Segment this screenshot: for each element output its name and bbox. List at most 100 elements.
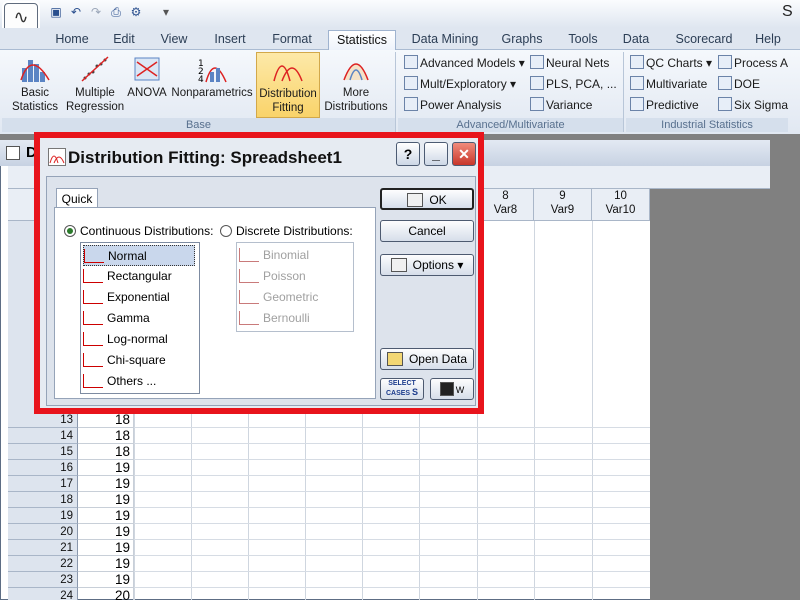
customize-toolbar-icon[interactable]: ▾ [158,4,174,20]
grid-line [134,507,650,508]
ok-button[interactable]: OK [380,188,474,210]
row-header[interactable]: 22 [8,556,78,572]
tab-scorecard[interactable]: Scorecard [666,30,742,50]
process-analysis-icon [718,55,732,69]
tab-view[interactable]: View [154,30,194,50]
list-item-normal[interactable]: Normal [83,245,195,266]
mult-exploratory-button[interactable]: Mult/Exploratory ▾ [404,75,516,93]
list-item-chi-square[interactable]: Chi-square [83,350,166,371]
more-distributions-button[interactable]: More Distributions [320,52,392,118]
table-cell[interactable]: 18 [78,444,134,460]
row-header[interactable]: 23 [8,572,78,588]
tab-data[interactable]: Data [614,30,658,50]
continuous-distribution-list[interactable]: Normal Rectangular Exponential Gamma Log… [80,242,200,394]
grid-line [134,459,650,460]
radio-unselected-icon [220,225,232,237]
row-header[interactable]: 17 [8,476,78,492]
table-cell[interactable]: 19 [78,540,134,556]
tab-help[interactable]: Help [748,30,788,50]
tab-quick[interactable]: Quick [56,188,98,208]
power-analysis-button[interactable]: Power Analysis [404,96,501,114]
column-header-var9[interactable]: 9 Var9 [534,189,592,221]
list-item-others[interactable]: Others ... [83,371,156,392]
list-item-log-normal[interactable]: Log-normal [83,329,168,350]
grid-line [134,587,650,588]
table-cell[interactable]: 19 [78,492,134,508]
row-header[interactable]: 14 [8,428,78,444]
cancel-button[interactable]: Cancel [380,220,474,242]
neural-nets-button[interactable]: Neural Nets [530,54,609,72]
minimize-button[interactable]: _ [424,142,448,166]
distribution-fitting-button[interactable]: Distribution Fitting [256,52,320,118]
table-cell[interactable]: 19 [78,556,134,572]
grid-line [134,427,650,428]
tab-insert[interactable]: Insert [206,30,254,50]
settings-icon[interactable]: ⚙ [128,4,144,20]
grid-line [592,221,593,600]
row-header[interactable]: 19 [8,508,78,524]
print-icon[interactable]: ⎙ [108,4,124,20]
table-cell[interactable]: 19 [78,508,134,524]
row-header[interactable]: 24 [8,588,78,600]
weight-button[interactable]: W [430,378,474,400]
multivariate-button[interactable]: Multivariate [630,75,707,93]
table-cell[interactable]: 18 [78,428,134,444]
column-header-var10[interactable]: 10 Var10 [592,189,650,221]
list-item-poisson: Poisson [239,266,306,287]
advanced-models-button[interactable]: Advanced Models ▾ [404,54,525,72]
list-item-exponential[interactable]: Exponential [83,287,170,308]
grid-line [134,475,650,476]
list-item-rectangular[interactable]: Rectangular [83,266,172,287]
basic-statistics-button[interactable]: Basic Statistics [6,52,64,118]
row-header[interactable]: 20 [8,524,78,540]
table-cell[interactable]: 18 [78,412,134,428]
six-sigma-button[interactable]: Six Sigma [718,96,788,114]
redo-icon[interactable]: ↷ [88,4,104,20]
save-icon[interactable]: ▣ [48,4,64,20]
grid-line [134,571,650,572]
undo-icon[interactable]: ↶ [68,4,84,20]
tab-format[interactable]: Format [264,30,320,50]
table-cell[interactable]: 20 [78,588,134,600]
row-header[interactable]: 18 [8,492,78,508]
process-analysis-button[interactable]: Process A [718,54,788,72]
close-button[interactable]: ✕ [452,142,476,166]
row-header[interactable]: 21 [8,540,78,556]
table-cell[interactable]: 19 [78,476,134,492]
variance-button[interactable]: Variance [530,96,592,114]
tab-tools[interactable]: Tools [560,30,606,50]
tab-edit[interactable]: Edit [104,30,144,50]
more-distributions-label1: More [342,87,370,99]
discrete-distributions-radio[interactable]: Discrete Distributions: [220,224,353,238]
tab-statistics[interactable]: Statistics [328,30,396,50]
tab-home[interactable]: Home [50,30,94,50]
anova-button[interactable]: ANOVA [124,52,170,118]
table-cell[interactable]: 19 [78,572,134,588]
table-cell[interactable]: 19 [78,460,134,476]
qc-charts-button[interactable]: QC Charts ▾ [630,54,712,72]
row-header[interactable]: 13 [8,412,78,428]
pls-pca-button[interactable]: PLS, PCA, ... [530,75,617,93]
continuous-distributions-radio[interactable]: Continuous Distributions: [64,224,213,238]
row-header[interactable]: 15 [8,444,78,460]
doe-button[interactable]: DOE [718,75,760,93]
mult-exploratory-icon [404,76,418,90]
svg-text:4: 4 [198,75,204,84]
row-header[interactable]: 16 [8,460,78,476]
tab-data-mining[interactable]: Data Mining [404,30,486,50]
options-button[interactable]: Options ▾ [380,254,474,276]
multiple-regression-button[interactable]: Multiple Regression [66,52,124,118]
help-button[interactable]: ? [396,142,420,166]
multiple-regression-label2: Regression [66,101,125,113]
list-item-label: Normal [108,249,147,263]
list-item-gamma[interactable]: Gamma [83,308,150,329]
open-data-button[interactable]: Open Data [380,348,474,370]
column-header-var8[interactable]: 8 Var8 [478,189,534,221]
select-cases-button[interactable]: SELECT CASES S [380,378,424,400]
basic-statistics-label2: Statistics [11,101,58,113]
table-cell[interactable]: 19 [78,524,134,540]
predictive-button[interactable]: Predictive [630,96,699,114]
nonparametrics-button[interactable]: 124 Nonparametrics [170,52,254,118]
tab-graphs[interactable]: Graphs [494,30,550,50]
list-item-label: Others ... [107,374,157,388]
